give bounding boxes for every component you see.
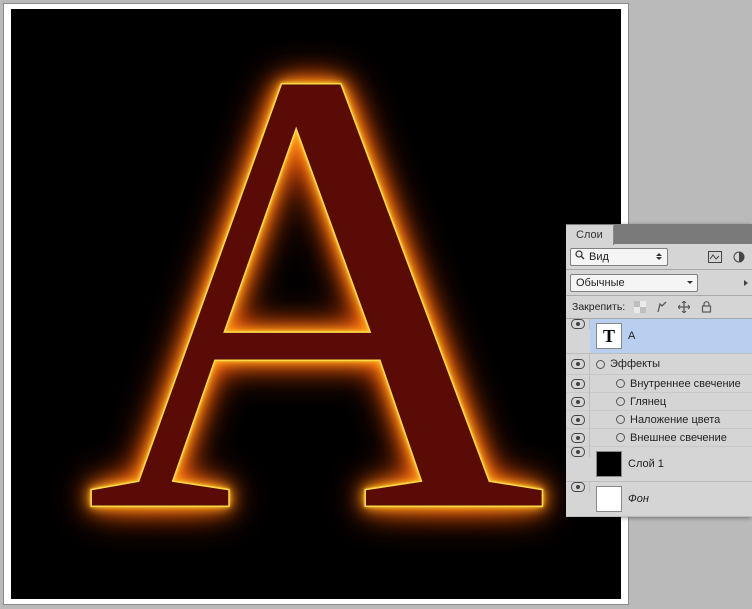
thumbnail-filter-icon[interactable]	[706, 249, 724, 265]
lock-all-icon[interactable]	[699, 300, 713, 314]
effect-name: Наложение цвета	[630, 414, 720, 426]
fx-indicator-icon	[616, 379, 625, 388]
blend-mode-value: Обычные	[576, 277, 625, 289]
blend-mode-dropdown[interactable]: Обычные	[570, 274, 698, 292]
adjustment-filter-icon[interactable]	[730, 249, 748, 265]
lock-pixels-icon[interactable]	[655, 300, 669, 314]
panel-blend-row: Обычные	[566, 270, 752, 296]
layer-thumbnail-background	[596, 486, 622, 512]
eye-icon	[571, 447, 585, 457]
visibility-toggle[interactable]	[566, 319, 590, 329]
layers-list: T A Эффекты Внутреннее свечение Глянец Н…	[566, 319, 752, 517]
layers-panel: Слои Вид Обычные Закрепить:	[566, 224, 752, 517]
effect-item-inner-glow[interactable]: Внутреннее свечение	[566, 375, 752, 393]
lock-label: Закрепить:	[572, 301, 625, 313]
effects-label: Эффекты	[610, 358, 660, 370]
layer-name: A	[628, 330, 635, 342]
layer-thumbnail-text: T	[596, 323, 622, 349]
tab-layers[interactable]: Слои	[566, 225, 614, 245]
canvas-area[interactable]: A	[3, 3, 629, 605]
eye-icon	[571, 433, 585, 443]
canvas-background: A	[11, 9, 621, 599]
fx-indicator-icon	[616, 397, 625, 406]
visibility-toggle[interactable]	[566, 482, 590, 492]
fx-indicator-icon	[616, 415, 625, 424]
effect-item-satin[interactable]: Глянец	[566, 393, 752, 411]
layer-name: Фон	[628, 493, 649, 505]
panel-tab-bar: Слои	[566, 224, 752, 244]
fx-indicator-icon	[616, 433, 625, 442]
fx-indicator-icon	[596, 360, 605, 369]
layer-row-background[interactable]: Фон	[566, 482, 752, 517]
lock-transparency-icon[interactable]	[633, 300, 647, 314]
panel-filter-row: Вид	[566, 244, 752, 270]
effect-name: Глянец	[630, 396, 666, 408]
effects-header[interactable]: Эффекты	[566, 354, 752, 375]
search-icon	[575, 250, 585, 263]
layer-view-label: Вид	[589, 251, 609, 263]
visibility-toggle[interactable]	[566, 447, 590, 457]
eye-icon	[571, 482, 585, 492]
effect-item-color-overlay[interactable]: Наложение цвета	[566, 411, 752, 429]
eye-icon	[571, 379, 585, 389]
effect-name: Внутреннее свечение	[630, 378, 741, 390]
layer-view-dropdown[interactable]: Вид	[570, 248, 668, 266]
lock-row: Закрепить:	[566, 296, 752, 319]
stepper-arrows-icon	[653, 250, 665, 264]
eye-icon	[571, 359, 585, 369]
lock-position-icon[interactable]	[677, 300, 691, 314]
effect-name: Внешнее свечение	[630, 432, 727, 444]
chevron-down-icon	[687, 281, 693, 284]
layer-row-text[interactable]: T A	[566, 319, 752, 354]
layer-thumbnail-solid	[596, 451, 622, 477]
layer-row-solid[interactable]: Слой 1	[566, 447, 752, 482]
layer-name: Слой 1	[628, 458, 664, 470]
eye-icon	[571, 397, 585, 407]
opacity-expand-icon[interactable]	[744, 280, 748, 286]
eye-icon	[571, 319, 585, 329]
eye-icon	[571, 415, 585, 425]
text-layer-glyph: A	[85, 9, 547, 599]
effect-item-outer-glow[interactable]: Внешнее свечение	[566, 429, 752, 447]
